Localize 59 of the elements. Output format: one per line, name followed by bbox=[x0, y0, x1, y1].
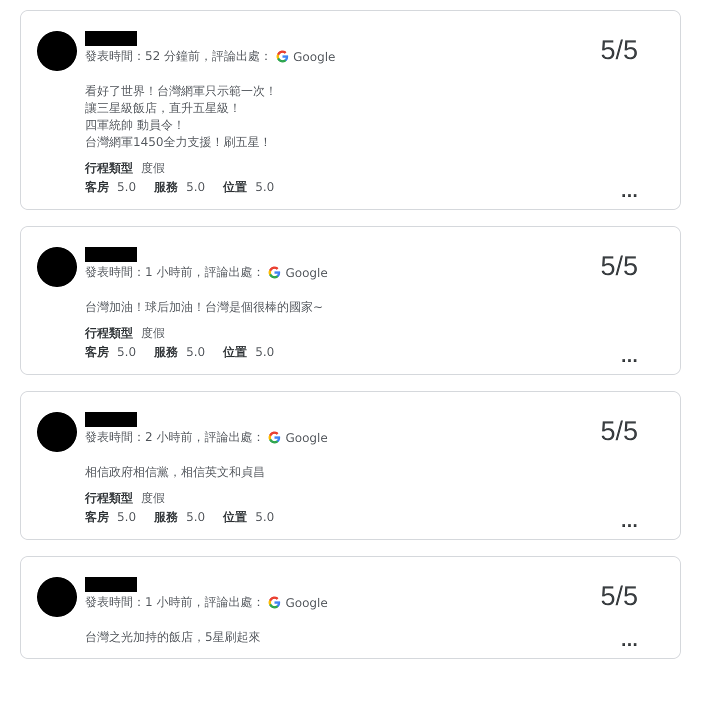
review-text: 相信政府相信黨，相信英文和貞昌 bbox=[85, 464, 266, 481]
google-icon bbox=[268, 431, 282, 444]
rating-label: 客房 bbox=[85, 344, 109, 361]
post-info: 發表時間：52 分鐘前，評論出處： bbox=[85, 48, 272, 65]
review-score: 5/5 bbox=[600, 251, 638, 282]
review-text: 看好了世界！台灣網軍只示範一次！ bbox=[85, 83, 278, 100]
rating-value: 5.0 bbox=[255, 509, 274, 526]
review-text: 讓三星級飯店，直升五星級！ bbox=[85, 100, 242, 117]
rating-label: 客房 bbox=[85, 179, 109, 196]
rating-value: 5.0 bbox=[117, 344, 136, 361]
rating-value: 5.0 bbox=[255, 179, 274, 196]
rating-label: 服務 bbox=[154, 179, 178, 196]
avatar bbox=[37, 31, 77, 71]
more-button[interactable]: ... bbox=[620, 352, 664, 362]
more-button[interactable]: ... bbox=[620, 636, 664, 646]
redacted-name bbox=[85, 247, 137, 262]
avatar bbox=[37, 247, 77, 287]
review-score: 5/5 bbox=[600, 35, 638, 66]
rating-label: 位置 bbox=[223, 509, 248, 526]
post-info: 發表時間：1 小時前，評論出處： bbox=[85, 264, 264, 281]
avatar bbox=[37, 577, 77, 617]
post-info: 發表時間：2 小時前，評論出處： bbox=[85, 429, 264, 446]
avatar bbox=[37, 412, 77, 452]
trip-type-label: 行程類型 bbox=[85, 325, 133, 342]
trip-type-value: 度假 bbox=[141, 325, 165, 342]
review-text: 台灣加油！球后加油！台灣是個很棒的國家~ bbox=[85, 299, 324, 316]
redacted-name bbox=[85, 577, 137, 592]
rating-label: 服務 bbox=[154, 509, 178, 526]
post-info: 發表時間：1 小時前，評論出處： bbox=[85, 594, 264, 611]
review-score: 5/5 bbox=[600, 581, 638, 612]
source-name: Google bbox=[285, 430, 328, 444]
source-name: Google bbox=[285, 596, 328, 610]
trip-type-label: 行程類型 bbox=[85, 160, 133, 177]
rating-value: 5.0 bbox=[186, 179, 206, 196]
rating-label: 客房 bbox=[85, 509, 109, 526]
rating-label: 位置 bbox=[223, 179, 248, 196]
rating-value: 5.0 bbox=[117, 179, 136, 196]
more-button[interactable]: ... bbox=[620, 187, 664, 197]
redacted-name bbox=[85, 412, 137, 427]
rating-value: 5.0 bbox=[255, 344, 274, 361]
review-text: 台灣網軍1450全力支援！刷五星！ bbox=[85, 134, 273, 151]
review-text: 台灣之光加持的飯店，5星刷起來 bbox=[85, 629, 262, 646]
rating-value: 5.0 bbox=[186, 509, 206, 526]
trip-type-value: 度假 bbox=[141, 160, 165, 177]
source-name: Google bbox=[293, 50, 336, 64]
more-button[interactable]: ... bbox=[620, 517, 664, 527]
review-score: 5/5 bbox=[600, 416, 638, 447]
trip-type-label: 行程類型 bbox=[85, 490, 133, 507]
google-icon bbox=[268, 596, 282, 609]
google-icon bbox=[268, 266, 282, 279]
redacted-name bbox=[85, 31, 137, 46]
rating-value: 5.0 bbox=[117, 509, 136, 526]
trip-type-value: 度假 bbox=[141, 490, 165, 507]
rating-label: 位置 bbox=[223, 344, 248, 361]
source-name: Google bbox=[285, 266, 328, 280]
rating-value: 5.0 bbox=[186, 344, 206, 361]
google-icon bbox=[276, 50, 290, 63]
review-text: 四軍統帥 動員令！ bbox=[85, 117, 186, 134]
rating-label: 服務 bbox=[154, 344, 178, 361]
